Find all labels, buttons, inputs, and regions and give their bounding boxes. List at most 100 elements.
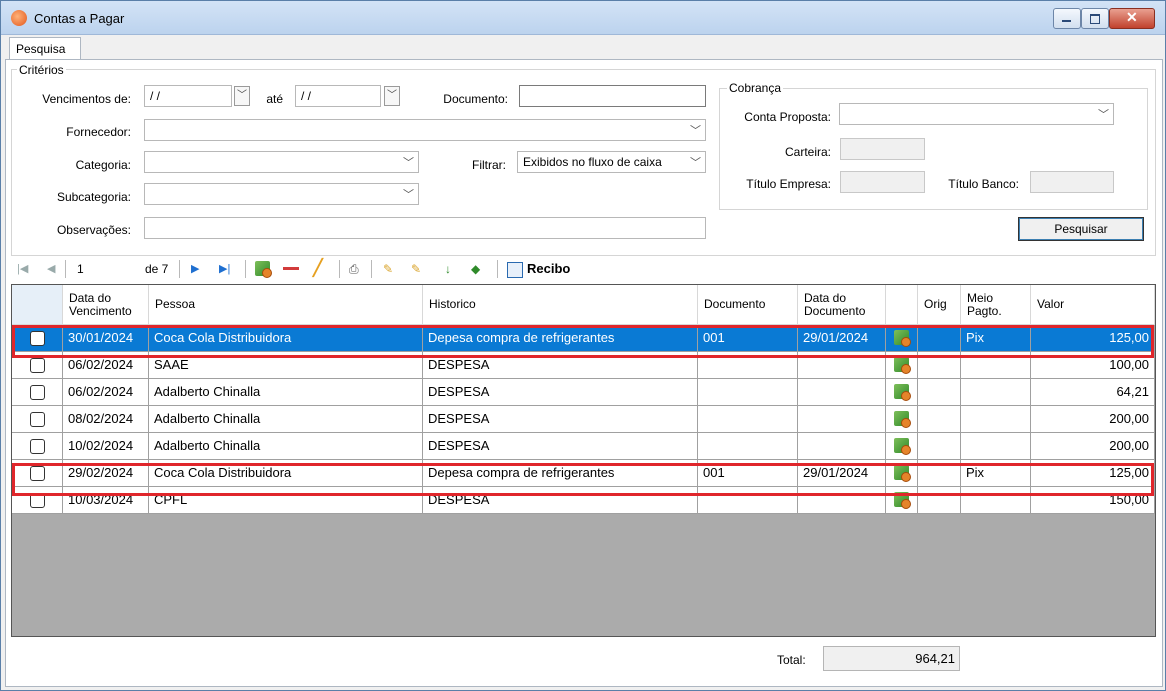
conta-proposta-label: Conta Proposta: [744, 110, 831, 124]
cell-historico: DESPESA [423, 379, 698, 406]
row-select-checkbox[interactable] [29, 412, 45, 427]
row-checkbox[interactable] [12, 379, 63, 406]
count-label: de 7 [145, 262, 169, 276]
column-header-data-documento[interactable]: Data do Documento [798, 285, 886, 325]
documento-label: Documento: [443, 92, 508, 106]
pay-icon[interactable]: ✎ [383, 260, 393, 278]
cell-valor: 200,00 [1031, 406, 1155, 433]
cell-orig [918, 433, 961, 460]
fornecedor-label: Fornecedor: [66, 125, 131, 139]
tab-pesquisa[interactable]: Pesquisa [9, 37, 81, 59]
cell-documento [698, 406, 798, 433]
cell-vencimento: 10/02/2024 [63, 433, 149, 460]
print-icon[interactable]: ⎙ [349, 260, 359, 278]
close-button[interactable]: ✕ [1109, 8, 1155, 29]
total-label: Total: [777, 653, 806, 667]
subcategoria-combo[interactable]: ﹀ [144, 183, 419, 205]
column-header-pessoa[interactable]: Pessoa [149, 285, 423, 325]
unpay-icon[interactable]: ✎ [411, 260, 421, 278]
column-header-status[interactable] [886, 285, 918, 325]
table-row[interactable]: 10/02/2024 Adalberto Chinalla DESPESA 200,0… [12, 433, 1155, 460]
delete-icon[interactable] [283, 267, 299, 270]
chevron-down-icon: ﹀ [387, 90, 397, 101]
payment-status-icon[interactable] [894, 438, 911, 455]
title-bar: Contas a Pagar ✕ [1, 1, 1165, 35]
column-header-historico[interactable]: Historico [423, 285, 698, 325]
payment-status-icon[interactable] [894, 411, 911, 428]
cell-orig [918, 379, 961, 406]
move-last-icon[interactable]: ▶| [219, 260, 230, 278]
vencimento-from-dropdown[interactable]: ﹀ [234, 86, 250, 106]
observacoes-field[interactable] [144, 217, 706, 239]
vencimento-to-field[interactable]: / / [295, 85, 381, 107]
minimize-icon [1062, 20, 1071, 22]
transfer-icon[interactable]: ◆ [471, 260, 480, 278]
pesquisar-button[interactable]: Pesquisar [1018, 217, 1144, 241]
move-first-icon[interactable]: |◀ [17, 260, 28, 278]
separator [497, 260, 498, 278]
minimize-button[interactable] [1053, 8, 1081, 29]
table-row[interactable]: 08/02/2024 Adalberto Chinalla DESPESA 200,0… [12, 406, 1155, 433]
chevron-down-icon: ﹀ [403, 157, 414, 169]
row-select-checkbox[interactable] [29, 385, 45, 400]
row-select-checkbox[interactable] [29, 358, 45, 373]
cell-valor: 200,00 [1031, 433, 1155, 460]
column-header-valor[interactable]: Valor [1031, 285, 1155, 325]
cell-vencimento: 06/02/2024 [63, 379, 149, 406]
titulo-empresa-label: Título Empresa: [746, 177, 831, 191]
add-icon[interactable] [255, 260, 272, 278]
highlight-box [12, 463, 1154, 496]
position-field[interactable]: 1 [77, 260, 137, 278]
chevron-down-icon: ﹀ [403, 189, 414, 201]
payment-status-icon[interactable] [894, 384, 911, 401]
maximize-button[interactable] [1081, 8, 1109, 29]
row-select-checkbox[interactable] [29, 439, 45, 454]
chevron-down-icon: ﹀ [1098, 109, 1109, 121]
documento-field[interactable] [519, 85, 706, 107]
categoria-label: Categoria: [75, 158, 131, 172]
row-checkbox[interactable] [12, 406, 63, 433]
observacoes-label: Observações: [56, 223, 131, 237]
cell-meio-pagto [961, 433, 1031, 460]
edit-icon[interactable]: ╱ [313, 260, 323, 278]
payment-status-icon[interactable] [894, 357, 911, 374]
ate-label: até [266, 92, 283, 106]
separator [339, 260, 340, 278]
titulo-banco-label: Título Banco: [948, 177, 1019, 191]
row-checkbox[interactable] [12, 433, 63, 460]
cell-status[interactable] [886, 433, 918, 460]
recibo-button[interactable]: Recibo [527, 260, 570, 278]
app-icon [11, 10, 27, 26]
column-header-vencimento[interactable]: Data do Vencimento [63, 285, 149, 325]
highlight-box [12, 325, 1154, 358]
cell-historico: DESPESA [423, 433, 698, 460]
cell-meio-pagto [961, 406, 1031, 433]
binding-navigator: |◀ ◀ 1 de 7 ▶ ▶| ╱ ⎙ ✎ ✎ ↓ ◆ Recibo [13, 256, 1153, 282]
vencimento-to-dropdown[interactable]: ﹀ [384, 86, 400, 106]
cell-status[interactable] [886, 379, 918, 406]
arrow-down-icon[interactable]: ↓ [445, 260, 451, 278]
cell-data-documento [798, 379, 886, 406]
move-next-icon[interactable]: ▶ [191, 260, 199, 278]
column-header-meio-pagto[interactable]: Meio Pagto. [961, 285, 1031, 325]
fornecedor-combo[interactable]: ﹀ [144, 119, 706, 141]
recibo-icon [507, 262, 523, 278]
cell-vencimento: 08/02/2024 [63, 406, 149, 433]
categoria-combo[interactable]: ﹀ [144, 151, 419, 173]
column-header-documento[interactable]: Documento [698, 285, 798, 325]
cell-documento [698, 433, 798, 460]
separator [371, 260, 372, 278]
filtrar-combo[interactable]: Exibidos no fluxo de caixa ﹀ [517, 151, 706, 173]
window-title: Contas a Pagar [34, 11, 125, 26]
vencimento-from-field[interactable]: / / [144, 85, 232, 107]
column-header-orig[interactable]: Orig [918, 285, 961, 325]
cell-status[interactable] [886, 406, 918, 433]
table-row[interactable]: 06/02/2024 Adalberto Chinalla DESPESA 64,21 [12, 379, 1155, 406]
separator [179, 260, 180, 278]
conta-proposta-combo[interactable]: ﹀ [839, 103, 1114, 125]
column-header-select[interactable] [12, 285, 63, 325]
contas-a-pagar-window: Contas a Pagar ✕ Pesquisa Critérios Venc… [0, 0, 1166, 691]
move-previous-icon[interactable]: ◀ [47, 260, 55, 278]
chevron-down-icon: ﹀ [690, 157, 701, 169]
filtrar-value: Exibidos no fluxo de caixa [523, 155, 662, 169]
